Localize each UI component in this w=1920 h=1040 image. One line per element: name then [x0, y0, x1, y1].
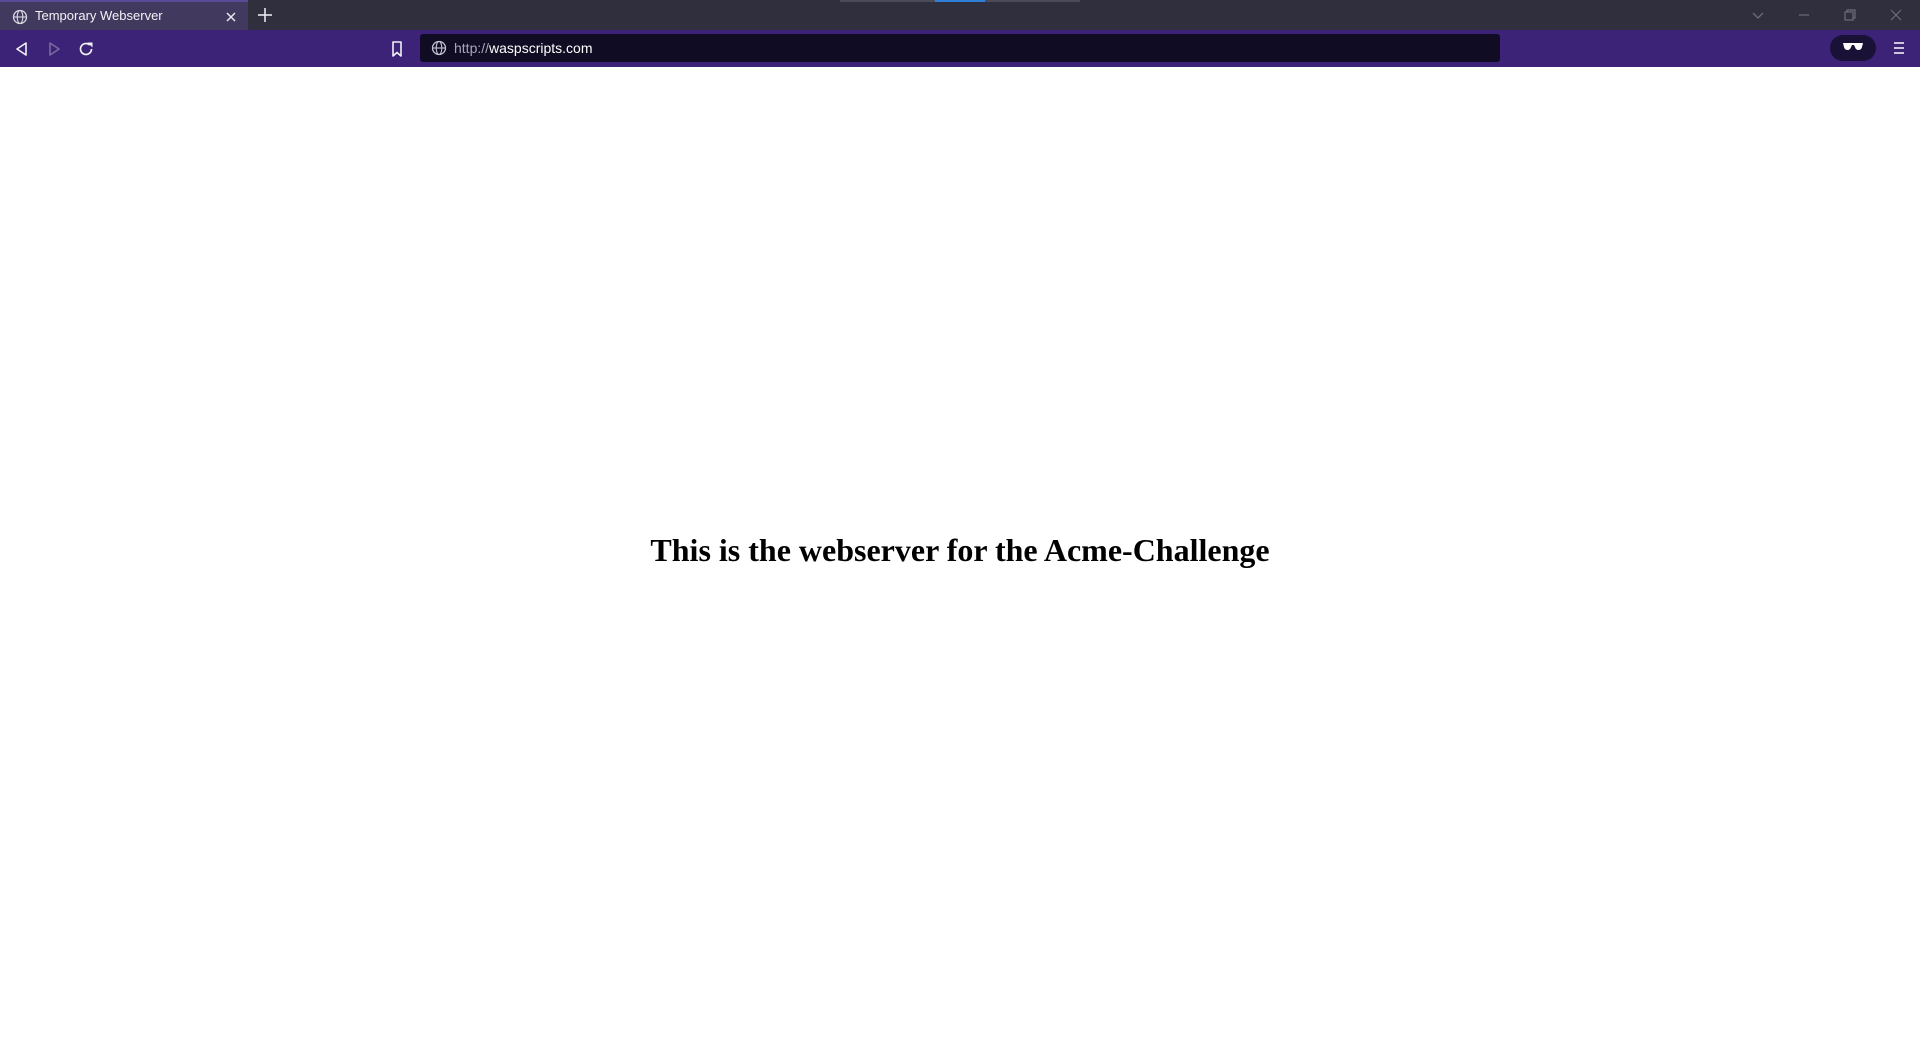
bookmark-icon[interactable] — [387, 39, 407, 59]
tab-strip: Temporary Webserver — [0, 0, 1920, 30]
globe-icon[interactable] — [431, 40, 447, 56]
private-mode-indicator[interactable] — [1830, 35, 1876, 61]
drag-indicator — [840, 0, 935, 2]
minimize-icon[interactable] — [1796, 7, 1812, 23]
navigation-toolbar: http://waspscripts.com — [0, 30, 1920, 67]
reload-icon[interactable] — [76, 39, 96, 59]
browser-window: Temporary Webserver http://waspscripts.c… — [0, 0, 1920, 1040]
restore-icon[interactable] — [1842, 7, 1858, 23]
forward-arrow-icon[interactable] — [44, 39, 64, 59]
hamburger-menu-icon[interactable] — [1890, 39, 1908, 57]
url-text[interactable]: http://waspscripts.com — [454, 39, 593, 57]
drag-indicator — [985, 0, 1080, 2]
new-tab-button[interactable] — [256, 6, 274, 24]
tab-close-icon[interactable] — [224, 10, 238, 24]
private-glasses-icon — [1843, 43, 1863, 50]
page-heading: This is the webserver for the Acme-Chall… — [650, 532, 1270, 568]
url-scheme: http:// — [454, 40, 490, 56]
drag-indicator-active — [935, 0, 985, 2]
tab-active[interactable]: Temporary Webserver — [0, 0, 248, 30]
back-arrow-icon[interactable] — [12, 39, 32, 59]
url-host: waspscripts.com — [489, 40, 593, 56]
address-bar[interactable]: http://waspscripts.com — [420, 34, 1500, 62]
globe-icon — [12, 9, 28, 25]
tab-title: Temporary Webserver — [35, 8, 163, 23]
close-icon[interactable] — [1888, 7, 1904, 23]
page-content: This is the webserver for the Acme-Chall… — [0, 67, 1920, 1040]
chevron-down-icon[interactable] — [1750, 7, 1766, 23]
